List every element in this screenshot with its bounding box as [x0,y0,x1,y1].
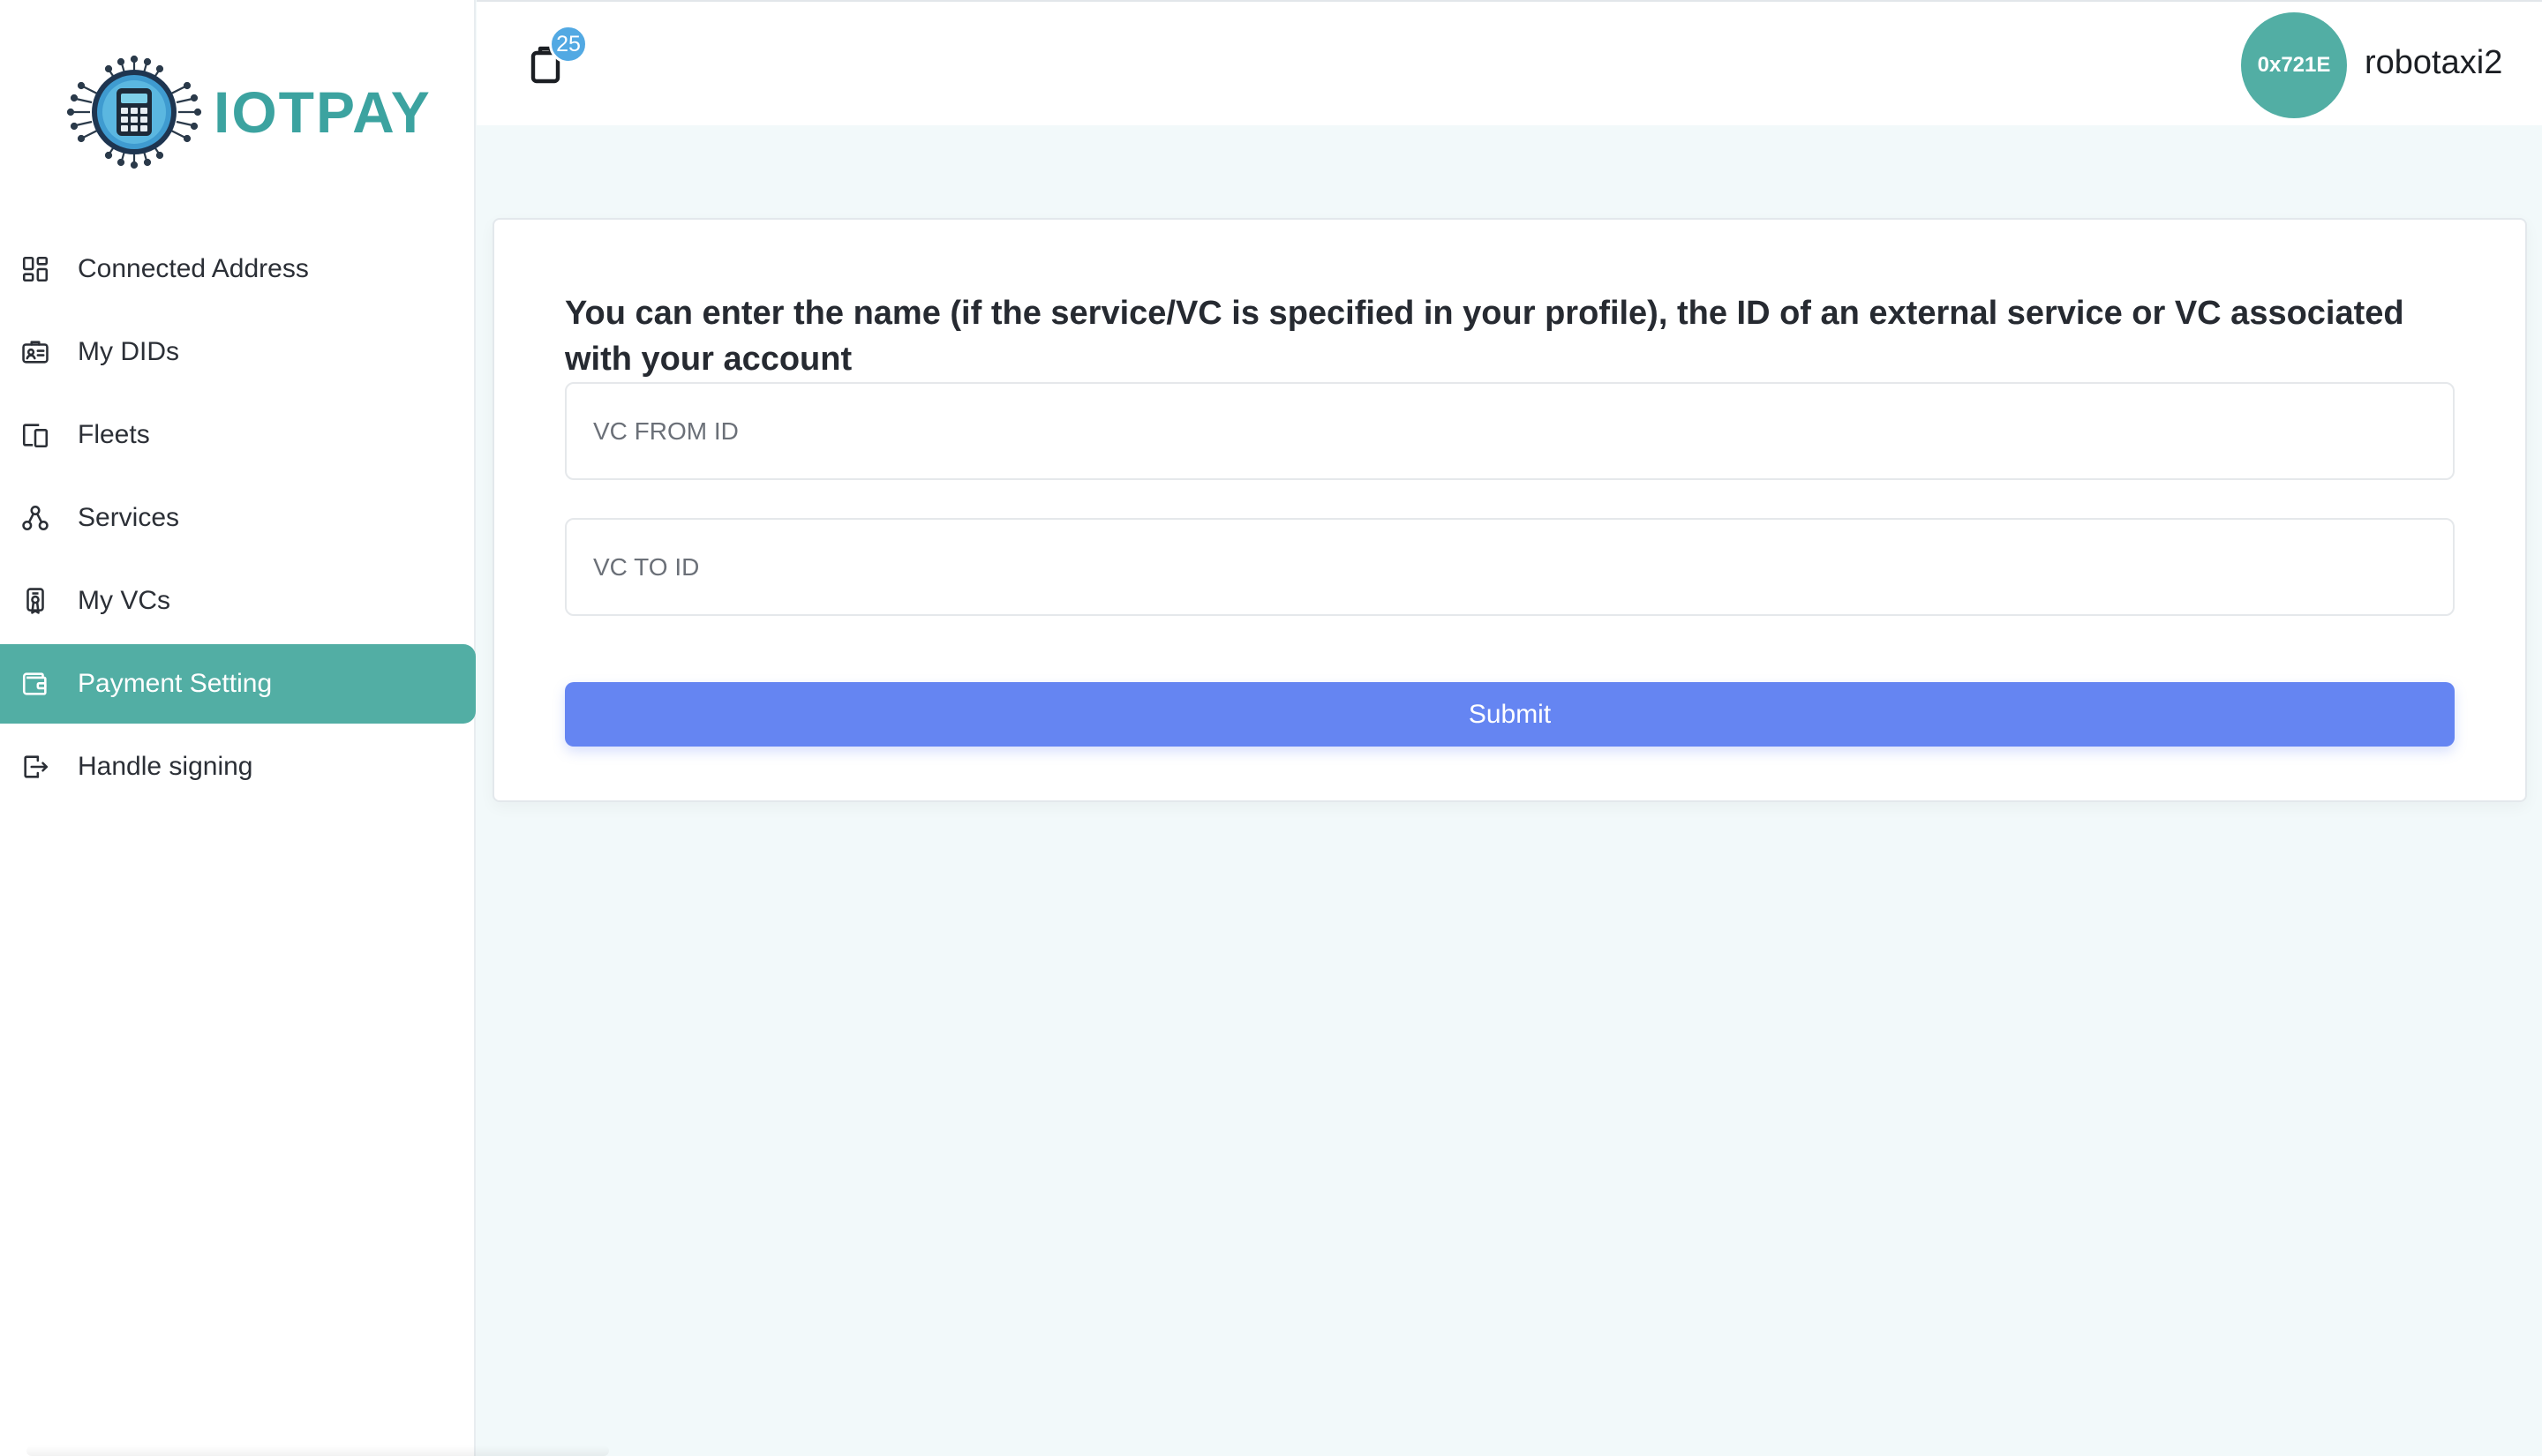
sidebar-item-my-vcs[interactable]: My VCs [0,561,476,641]
sidebar-item-connected-address[interactable]: Connected Address [0,229,476,309]
sidebar-item-label: Connected Address [78,254,309,283]
sidebar-item-label: My VCs [78,586,170,615]
payment-setting-card: You can enter the name (if the service/V… [493,218,2527,802]
sidebar-item-label: Handle signing [78,752,253,781]
vc-from-id-input[interactable] [565,382,2455,480]
avatar[interactable]: 0x721E [2241,12,2347,118]
id-card-icon [19,336,51,368]
submit-button[interactable]: Submit [565,682,2455,747]
sidebar-item-label: Fleets [78,420,150,449]
sidebar-item-label: Payment Setting [78,669,273,698]
sidebar-item-services[interactable]: Services [0,478,476,558]
sidebar-item-fleets[interactable]: Fleets [0,395,476,475]
credential-icon [19,585,51,617]
wallet-icon [19,668,51,700]
sidebar-item-label: Services [78,503,180,532]
sign-in-icon [19,751,51,783]
clipboard-icon [530,46,565,88]
sidebar-bottom-shadow [26,1445,609,1456]
sidebar-nav: Connected Address My DIDs Fleets Service… [0,229,476,810]
calculator-chip-icon [64,55,205,169]
sidebar-item-handle-signing[interactable]: Handle signing [0,727,476,807]
sidebar-item-my-dids[interactable]: My DIDs [0,312,476,392]
logo[interactable]: IOTPAY [64,55,432,169]
form-description: You can enter the name (if the service/V… [565,295,2404,378]
sidebar-item-label: My DIDs [78,337,179,366]
dashboard-grid-icon [19,253,51,285]
vc-to-id-input[interactable] [565,518,2455,616]
sidebar-item-payment-setting[interactable]: Payment Setting [0,644,476,724]
devices-icon [19,419,51,451]
brand-name: IOTPAY [214,79,432,145]
username[interactable]: robotaxi2 [2365,44,2502,82]
network-nodes-icon [19,502,51,534]
top-header: 25 0x721E robotaxi2 [477,0,2542,125]
notification-count-badge: 25 [549,25,588,64]
sidebar: IOTPAY Connected Address My DIDs Fleets … [0,0,609,1456]
